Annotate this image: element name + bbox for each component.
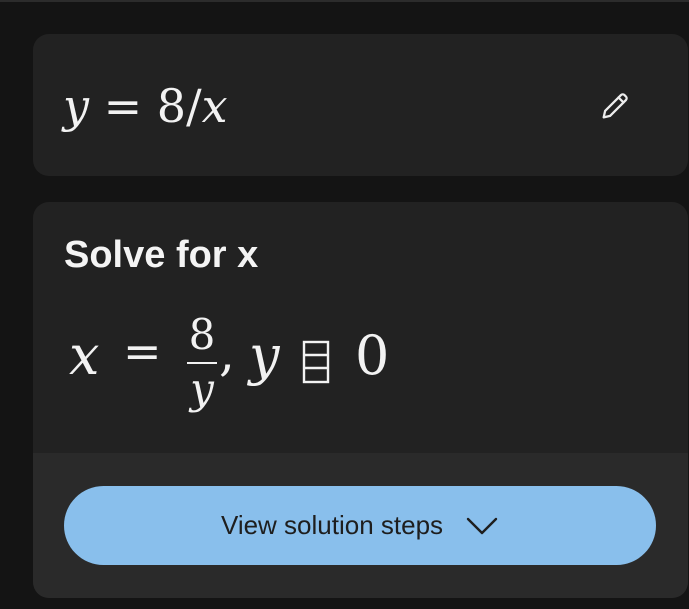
equation-rhs-number: 8/: [156, 79, 202, 133]
condition-value: 0: [355, 324, 390, 387]
condition-variable: y: [249, 324, 280, 387]
equation-display[interactable]: y = 8/x: [63, 76, 228, 136]
pencil-icon: [602, 93, 628, 119]
equation-lhs: y: [63, 79, 89, 133]
view-solution-steps-label: View solution steps: [220, 510, 444, 540]
solution-title: Solve for x: [64, 234, 259, 276]
equation-card[interactable]: y = 8/x: [33, 34, 688, 176]
equation-equals: =: [103, 79, 143, 133]
solution-card: Solve for x x = 8 y , y 0 View solution …: [33, 202, 688, 598]
fraction-numerator: 8: [188, 310, 216, 359]
solution-variable: x: [69, 324, 100, 387]
solution-expression: x = 8 y , y 0: [69, 310, 469, 420]
solution-equals: =: [123, 324, 162, 378]
view-solution-steps-button[interactable]: View solution steps: [64, 486, 656, 565]
fraction-denominator: y: [190, 364, 214, 413]
solution-steps-section: View solution steps: [33, 453, 688, 598]
equation-rhs-var: x: [201, 79, 228, 133]
chevron-down-icon: [466, 517, 498, 534]
solution-comma: ,: [219, 324, 235, 382]
edit-equation-button[interactable]: [593, 84, 637, 128]
window-top-border: [0, 0, 689, 2]
missing-glyph-icon: [301, 340, 331, 384]
